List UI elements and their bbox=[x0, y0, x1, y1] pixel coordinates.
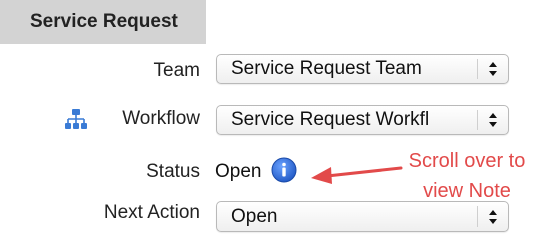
section-header: Service Request bbox=[0, 0, 206, 44]
next-action-label: Next Action bbox=[103, 202, 200, 223]
select-arrows-icon bbox=[489, 62, 497, 76]
service-request-panel: Service Request Team Service Request Tea… bbox=[0, 0, 541, 243]
team-row: Team Service Request Team bbox=[0, 47, 541, 91]
next-action-select-value: Open bbox=[231, 205, 278, 227]
workflow-hierarchy-icon[interactable] bbox=[64, 108, 88, 132]
status-value: Open bbox=[215, 161, 262, 182]
team-select-value: Service Request Team bbox=[231, 58, 422, 79]
team-select[interactable]: Service Request Team bbox=[216, 54, 509, 84]
info-icon[interactable] bbox=[271, 157, 297, 183]
workflow-select-value: Service Request Workfl bbox=[231, 109, 430, 130]
callout-line-2: view Note bbox=[423, 180, 511, 202]
workflow-label: Workflow bbox=[122, 108, 200, 129]
select-divider bbox=[477, 110, 478, 130]
team-label: Team bbox=[153, 60, 200, 81]
workflow-row: Workflow Service Request Workfl bbox=[0, 98, 541, 142]
select-arrows-icon bbox=[489, 209, 497, 224]
callout-arrow-icon bbox=[311, 166, 403, 184]
select-arrows-icon bbox=[489, 113, 497, 127]
status-label: Status bbox=[146, 161, 200, 182]
callout-line-1: Scroll over to bbox=[408, 150, 526, 172]
workflow-select[interactable]: Service Request Workfl bbox=[216, 105, 509, 135]
section-title: Service Request bbox=[30, 11, 178, 32]
callout-annotation: Scroll over to view Note bbox=[396, 146, 538, 206]
select-divider bbox=[477, 206, 478, 227]
select-divider bbox=[477, 59, 478, 79]
